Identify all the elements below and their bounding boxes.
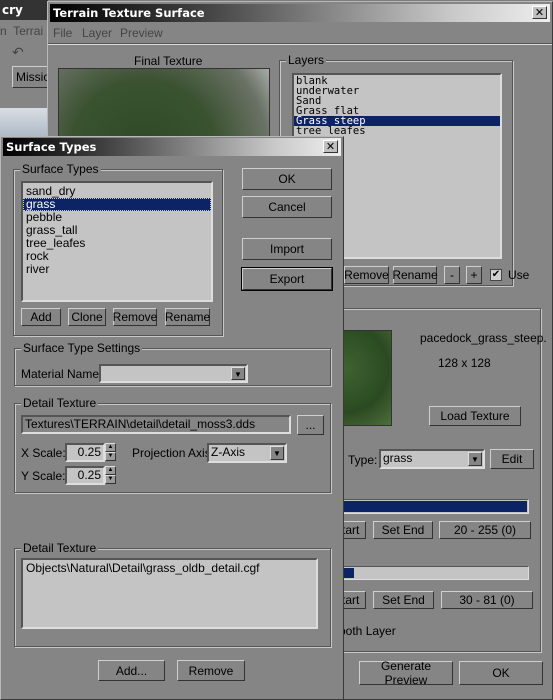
detail-object-item[interactable]: Objects\Natural\Detail\grass_oldb_detail… (23, 562, 316, 575)
material-name-label: Material Name: (21, 367, 103, 381)
detail-add-button[interactable]: Add... (98, 660, 165, 681)
load-texture-button[interactable]: Load Texture (429, 406, 521, 426)
detail-texture-path[interactable]: Textures\TERRAIN\detail\detail_moss3.dds (21, 415, 291, 434)
dialog-cancel-button[interactable]: Cancel (242, 196, 332, 218)
dialog-ok-button[interactable]: OK (242, 168, 332, 190)
projection-axis-select[interactable]: Z-Axis ▼ (207, 443, 287, 463)
layer-item[interactable]: underwater (294, 86, 500, 97)
layer-move-up-button[interactable]: + (466, 266, 482, 284)
detail-objects-list[interactable]: Objects\Natural\Detail\grass_oldb_detail… (21, 558, 318, 629)
spin-down-icon[interactable]: ▼ (105, 475, 116, 484)
chevron-down-icon[interactable]: ▼ (468, 452, 482, 466)
detail-texture-group-label: Detail Texture (21, 396, 99, 410)
material-name-select[interactable]: ▼ (99, 364, 248, 383)
detail-remove-button[interactable]: Remove (177, 660, 245, 681)
menu-preview[interactable]: Preview (120, 26, 163, 40)
y-scale-label: Y Scale: (21, 469, 66, 483)
app-title: cry (0, 0, 48, 20)
spin-up-icon[interactable]: ▲ (105, 443, 116, 452)
layer-item[interactable]: tree_leafes (294, 126, 500, 137)
generate-preview-button[interactable]: Generate Preview (359, 659, 453, 687)
settings-group-label: Surface Type Settings (21, 341, 143, 355)
export-button[interactable]: Export (241, 267, 333, 291)
close-icon[interactable]: ✕ (323, 140, 338, 153)
surface-type-item[interactable]: rock (23, 250, 211, 263)
use-label: Use (508, 268, 530, 282)
layer-remove-button[interactable]: Remove (344, 266, 389, 284)
dialog-title-bar: Surface Types ✕ (3, 138, 341, 156)
layer-rename-button[interactable]: Rename (392, 266, 438, 284)
dialog-title: Surface Types (6, 140, 97, 154)
close-icon[interactable]: ✕ (532, 6, 547, 19)
import-button[interactable]: Import (242, 238, 332, 260)
x-scale-label: X Scale: (21, 446, 66, 460)
mission-button[interactable]: Missio (12, 66, 50, 88)
chevron-down-icon[interactable]: ▼ (270, 446, 284, 460)
browse-button[interactable]: ... (297, 415, 324, 435)
edit-button[interactable]: Edit (490, 449, 534, 469)
slope-set-end-button[interactable]: Set End (373, 591, 434, 609)
layer-texture-name: pacedock_grass_steep. (420, 331, 547, 345)
menu-layer[interactable]: Layer (82, 26, 112, 40)
detail-objects-group-label: Detail Texture (21, 541, 99, 555)
main-title: Terrain Texture Surface (53, 6, 205, 20)
surface-types-group-label: Surface Types (20, 162, 101, 176)
layer-texture-size: 128 x 128 (438, 356, 491, 370)
clone-button[interactable]: Clone (68, 308, 106, 326)
undo-icon[interactable]: ↶ (12, 44, 24, 61)
surface-types-list[interactable]: sand_dry grass pebble grass_tall tree_le… (21, 181, 213, 302)
projection-axis-label: Projection Axis: (132, 446, 215, 460)
main-ok-button[interactable]: OK (459, 661, 543, 685)
y-scale-spinner[interactable]: ▲ ▼ (105, 466, 116, 485)
menu-separator (48, 43, 552, 45)
type-select[interactable]: grass ▼ (379, 449, 485, 469)
layer-move-down-button[interactable]: - (444, 266, 460, 284)
add-button[interactable]: Add (21, 308, 61, 326)
slope-range-value: 30 - 81 (0) (441, 591, 533, 609)
layers-group-label: Layers (286, 53, 327, 67)
final-texture-label: Final Texture (134, 54, 203, 68)
spin-down-icon[interactable]: ▼ (105, 452, 116, 461)
rename-button[interactable]: Rename (165, 308, 210, 326)
remove-button[interactable]: Remove (113, 308, 157, 326)
background-app-window: cry n Terrai ↶ Missio (0, 0, 50, 140)
type-label: Type: (348, 453, 378, 467)
y-scale-input[interactable]: 0.25 (65, 466, 105, 485)
spin-up-icon[interactable]: ▲ (105, 466, 116, 475)
x-scale-input[interactable]: 0.25 (65, 443, 105, 462)
x-scale-spinner[interactable]: ▲ ▼ (105, 443, 116, 462)
app-menu[interactable]: n Terrai (0, 24, 43, 38)
altitude-range-value: 20 - 255 (0) (439, 521, 531, 539)
projection-axis-value: Z-Axis (211, 445, 245, 459)
surface-type-item[interactable]: tree_leafes (23, 237, 211, 250)
type-value: grass (383, 451, 413, 465)
menu-file[interactable]: File (53, 26, 72, 40)
surface-types-dialog: Surface Types ✕ Surface Types sand_dry gr… (0, 136, 344, 700)
main-title-bar: Terrain Texture Surface ✕ (50, 4, 550, 22)
use-checkbox[interactable]: ✔ (490, 269, 502, 281)
chevron-down-icon[interactable]: ▼ (231, 367, 245, 380)
altitude-set-end-button[interactable]: Set End (373, 521, 433, 539)
surface-type-item[interactable]: river (23, 263, 211, 276)
